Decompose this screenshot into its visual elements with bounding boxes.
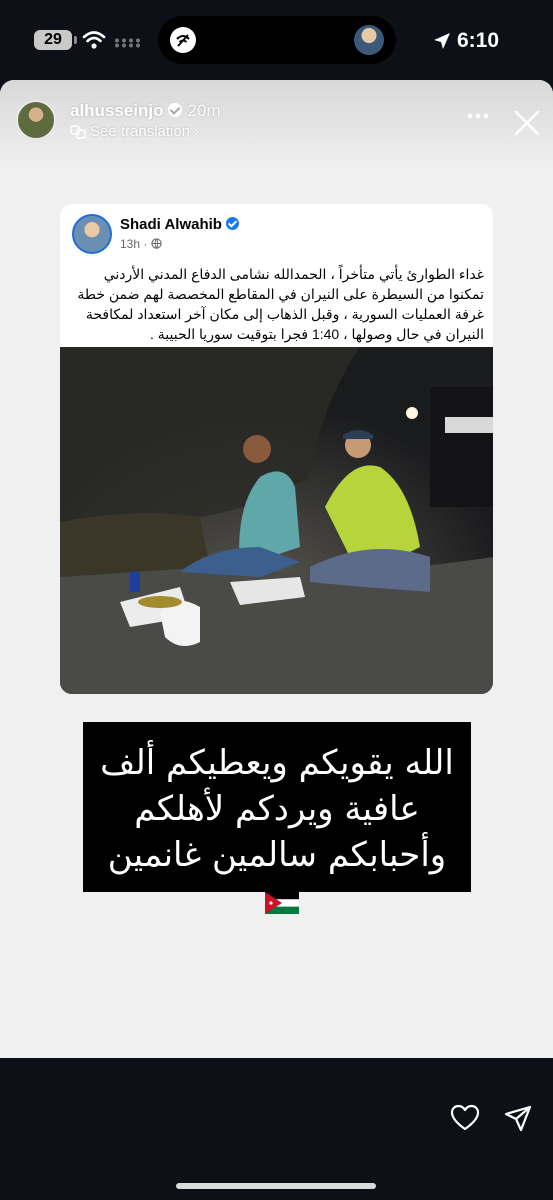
dynamic-island[interactable] [158, 16, 396, 64]
post-meta: 13h · [120, 237, 162, 251]
post-author-name[interactable]: Shadi Alwahib [120, 216, 222, 233]
see-translation-link[interactable]: See translation › [70, 123, 199, 140]
avatar [354, 25, 384, 55]
translate-icon [70, 124, 86, 139]
story-card[interactable]: alhusseinjo 20m See translation › Shadi A… [0, 80, 553, 1058]
post-timestamp: 13h · [120, 237, 148, 251]
more-icon[interactable] [466, 106, 490, 126]
story-header[interactable]: alhusseinjo 20m [70, 101, 221, 121]
battery-level: 29 [44, 31, 62, 48]
dua-line-3-wrap: وأحبابكم سالمين غانمين [83, 832, 471, 924]
avatar[interactable] [16, 100, 56, 140]
heart-icon[interactable] [450, 1104, 480, 1132]
battery-icon: 29 [34, 30, 77, 50]
home-indicator[interactable] [176, 1183, 376, 1189]
jordan-flag-icon [265, 892, 299, 914]
story-username[interactable]: alhusseinjo [70, 101, 164, 120]
post-text: غداء الطوارئ يأتي متأخراً ، الحمدالله نش… [77, 266, 484, 342]
send-icon[interactable] [504, 1104, 532, 1132]
close-icon[interactable] [512, 108, 542, 138]
dua-line-1: الله يقويكم ويعطيكم ألف [100, 743, 454, 783]
signal-dots-icon [115, 38, 140, 48]
no-wifi-icon [170, 27, 196, 53]
verified-icon [225, 217, 239, 230]
wifi-icon [82, 31, 106, 49]
verified-icon [167, 103, 182, 117]
clock: 6:10 [457, 29, 500, 52]
see-translation-label[interactable]: See translation [90, 123, 190, 140]
story-text-overlay: الله يقويكم ويعطيكم ألف عافية ويردكم لأه… [83, 722, 471, 914]
dua-line-2: عافية ويردكم لأهلكم [134, 789, 420, 829]
globe-icon [151, 238, 162, 249]
shared-post[interactable]: Shadi Alwahib 13h · غداء الطوارئ يأتي مت… [60, 204, 493, 694]
story-time: 20m [187, 101, 221, 120]
status-bar: 29 6:10 [0, 0, 553, 80]
location-arrow-icon [434, 33, 450, 49]
post-author[interactable]: Shadi Alwahib [120, 216, 239, 233]
post-photo[interactable] [60, 347, 493, 694]
chevron-right-icon: › [194, 123, 200, 140]
avatar[interactable] [72, 214, 112, 254]
dua-line-3: وأحبابكم سالمين غانمين [107, 835, 447, 875]
